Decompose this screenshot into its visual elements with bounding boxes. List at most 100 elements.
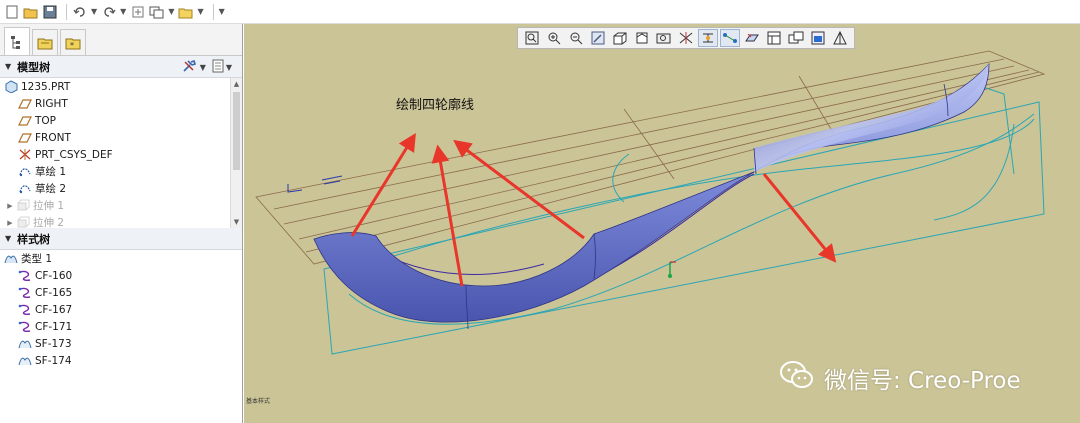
model-tree-tools: ▼ ▼ (182, 59, 236, 76)
navigator-panel: * ▼ 模型树 ▼ ▼ 1235.PRT RIGHT TOP FRONT PRT_CSY… (0, 24, 243, 423)
annotation-display-icon[interactable] (720, 29, 740, 47)
datum-plane-icon (18, 131, 32, 144)
collapse-icon[interactable]: ▼ (5, 234, 11, 243)
style-tree-row[interactable]: SF-174 (0, 352, 242, 369)
view-manager-icon[interactable] (654, 29, 674, 47)
repaint-icon[interactable] (588, 29, 608, 47)
model-tree-label: TOP (35, 114, 57, 127)
model-tree-tab[interactable] (4, 27, 30, 55)
folder-dropdown-icon[interactable]: ▼ (197, 7, 203, 16)
toolbar-separator (212, 3, 214, 20)
model-tree-row[interactable]: RIGHT (0, 95, 242, 112)
open-file-icon[interactable] (23, 4, 39, 20)
point-display-icon[interactable] (786, 29, 806, 47)
extrude-icon (16, 199, 30, 212)
style-status-text: 基本样式 (246, 398, 271, 405)
style-tree-label: CF-160 (35, 269, 73, 282)
style-tree-label: CF-171 (35, 320, 73, 333)
redo-dropdown-icon[interactable]: ▼ (120, 7, 126, 16)
saved-views-icon[interactable] (632, 29, 652, 47)
graphics-toolbar (517, 27, 855, 49)
csys-display-icon[interactable] (808, 29, 828, 47)
curve-icon (18, 269, 32, 282)
style-tree-row[interactable]: CF-160 (0, 267, 242, 284)
style-tree-row[interactable]: 类型 1 (0, 250, 242, 267)
window-icon[interactable] (149, 4, 165, 20)
style-tree-header[interactable]: ▼ 样式树 (0, 228, 242, 250)
model-tree-label: 1235.PRT (21, 80, 71, 93)
quick-access-toolbar: ▼ ▼ ▼ ▼ ▼ (0, 0, 1080, 24)
style-tree-label: CF-167 (35, 303, 73, 316)
model-tree-label: FRONT (35, 131, 71, 144)
model-tree-header[interactable]: ▼ 模型树 ▼ ▼ (0, 56, 242, 78)
new-file-icon[interactable] (4, 4, 20, 20)
scroll-up-icon[interactable]: ▲ (231, 78, 242, 90)
model-tree-row[interactable]: 草绘 1 (0, 163, 242, 180)
perspective-icon[interactable] (830, 29, 850, 47)
model-tree-row[interactable]: ▶ 拉伸 1 (0, 197, 242, 214)
expand-icon[interactable]: ▶ (4, 219, 16, 227)
show-dropdown-icon[interactable]: ▼ (226, 63, 232, 72)
model-tree-row[interactable]: FRONT (0, 129, 242, 146)
style-tree-label: SF-173 (35, 337, 72, 350)
curve-icon (18, 286, 32, 299)
folder-icon[interactable] (178, 4, 194, 20)
sketch-dimension-marks (287, 175, 343, 193)
scroll-thumb[interactable] (233, 92, 240, 170)
favorites-tab[interactable]: * (60, 29, 86, 55)
plane-display-icon[interactable] (742, 29, 762, 47)
model-tree-row[interactable]: 1235.PRT (0, 78, 242, 95)
model-tree: 1235.PRT RIGHT TOP FRONT PRT_CSYS_DEF 草绘 1 草绘 … (0, 78, 242, 229)
spin-center-icon[interactable] (698, 29, 718, 47)
toolbar-separator (66, 3, 67, 20)
style-tree-label: SF-174 (35, 354, 72, 367)
wechat-logo-icon (780, 360, 814, 396)
undo-icon[interactable] (72, 4, 88, 20)
display-style-icon[interactable] (610, 29, 630, 47)
axis-display-icon[interactable] (764, 29, 784, 47)
zoom-in-icon[interactable] (544, 29, 564, 47)
style-tree-label: 类型 1 (21, 253, 53, 265)
surface-icon (18, 337, 32, 350)
style-tree-row[interactable]: CF-171 (0, 318, 242, 335)
collapse-icon[interactable]: ▼ (5, 62, 11, 71)
save-icon[interactable] (42, 4, 58, 20)
undo-dropdown-icon[interactable]: ▼ (91, 7, 97, 16)
window-dropdown-icon[interactable]: ▼ (168, 7, 174, 16)
zoom-out-icon[interactable] (566, 29, 586, 47)
model-tree-label: RIGHT (35, 97, 68, 110)
customize-icon[interactable]: ▼ (219, 7, 225, 16)
model-tree-label: 草绘 1 (35, 166, 67, 178)
style-tree: 类型 1 CF-160 CF-165 CF-167 CF-171 SF-173 SF-174 (0, 250, 242, 420)
regenerate-icon[interactable] (130, 4, 146, 20)
settings-icon[interactable] (182, 59, 198, 76)
show-icon[interactable] (212, 59, 224, 76)
model-tree-label: 草绘 2 (35, 183, 67, 195)
style-tree-row[interactable]: SF-173 (0, 335, 242, 352)
watermark-text: 微信号: Creo-Proe (824, 368, 1021, 394)
model-tree-row[interactable]: PRT_CSYS_DEF (0, 146, 242, 163)
refit-icon[interactable] (522, 29, 542, 47)
navigator-tabs: * (0, 24, 242, 56)
scroll-down-icon[interactable]: ▼ (231, 216, 242, 228)
curve-icon (18, 303, 32, 316)
style-tree-label: CF-165 (35, 286, 73, 299)
style-tree-title: 样式树 (17, 232, 51, 246)
graphics-area[interactable]: 绘制四轮廓线 基本样式 微信号: Creo-Proe (244, 24, 1080, 423)
model-tree-title: 模型树 (17, 60, 51, 74)
style-tree-row[interactable]: CF-167 (0, 301, 242, 318)
datum-display-icon[interactable] (676, 29, 696, 47)
folder-browser-tab[interactable] (32, 29, 58, 55)
model-tree-scrollbar[interactable]: ▲ ▼ (230, 78, 242, 228)
style-tree-row[interactable]: CF-165 (0, 284, 242, 301)
csys-icon (18, 148, 32, 161)
model-tree-label: PRT_CSYS_DEF (35, 148, 113, 161)
model-tree-row[interactable]: TOP (0, 112, 242, 129)
part-icon (4, 80, 18, 93)
settings-dropdown-icon[interactable]: ▼ (200, 63, 206, 72)
csys-marker (668, 261, 676, 278)
expand-icon[interactable]: ▶ (4, 202, 16, 210)
redo-icon[interactable] (101, 4, 117, 20)
model-tree-row[interactable]: 草绘 2 (0, 180, 242, 197)
datum-plane-icon (18, 114, 32, 127)
